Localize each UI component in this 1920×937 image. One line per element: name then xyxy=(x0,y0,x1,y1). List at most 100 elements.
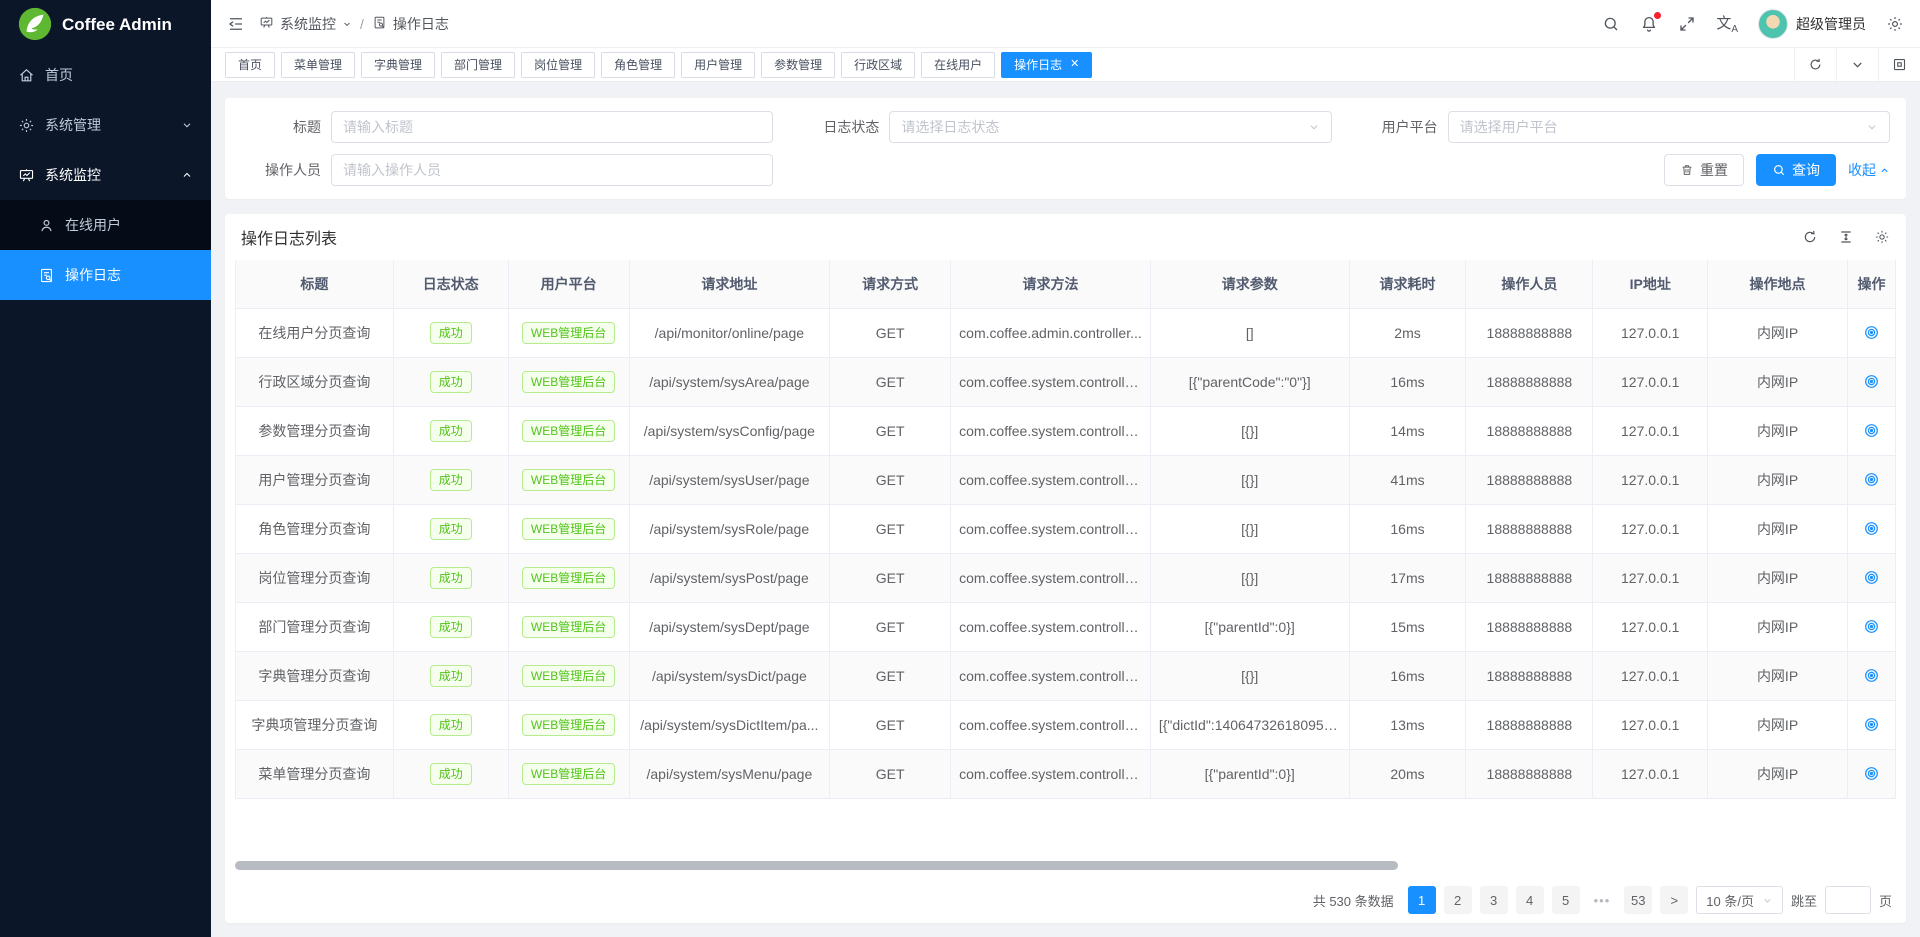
view-detail-button[interactable] xyxy=(1863,373,1880,390)
jump-page-input[interactable] xyxy=(1825,886,1871,914)
brand[interactable]: Coffee Admin xyxy=(0,0,211,50)
search-panel: 标题 请输入标题 日志状态 请选择日志状态 用户平台 xyxy=(225,98,1906,199)
column-header-7: 请求耗时 xyxy=(1349,260,1466,308)
view-detail-button[interactable] xyxy=(1863,520,1880,537)
view-detail-button[interactable] xyxy=(1863,716,1880,733)
field-title: 标题 请输入标题 xyxy=(241,111,773,143)
cell-status: 成功 xyxy=(393,357,508,406)
chevron-down-icon xyxy=(181,119,193,131)
chevron-down-icon[interactable] xyxy=(1836,48,1878,81)
brand-name: Coffee Admin xyxy=(62,15,172,35)
cell-ip: 127.0.0.1 xyxy=(1593,308,1708,357)
cell-handler: com.coffee.admin.controller... xyxy=(951,308,1151,357)
tab-3[interactable]: 部门管理 xyxy=(441,52,515,78)
cell-status: 成功 xyxy=(393,308,508,357)
gear-icon[interactable] xyxy=(1874,229,1890,245)
breadcrumb-item-log[interactable]: 操作日志 xyxy=(372,14,449,34)
sidebar-menu: 首页系统管理系统监控在线用户操作日志 xyxy=(0,50,211,300)
collapse-link[interactable]: 收起 xyxy=(1848,160,1890,180)
form-actions: 重置 查询 收起 xyxy=(799,154,1890,186)
close-icon[interactable]: ✕ xyxy=(1070,59,1079,70)
next-page-button[interactable]: > xyxy=(1660,886,1688,914)
refresh-icon[interactable] xyxy=(1802,229,1818,245)
avatar xyxy=(1758,9,1788,39)
menu-fold-icon[interactable] xyxy=(227,15,245,33)
status-badge: 成功 xyxy=(430,469,472,491)
cell-operator: 18888888888 xyxy=(1466,455,1593,504)
table-row: 菜单管理分页查询成功WEB管理后台/api/system/sysMenu/pag… xyxy=(236,749,1896,798)
sidebar-item-1[interactable]: 系统管理 xyxy=(0,100,211,150)
cell-platform: WEB管理后台 xyxy=(508,406,629,455)
tab-6[interactable]: 用户管理 xyxy=(681,52,755,78)
log-status-select[interactable]: 请选择日志状态 xyxy=(889,111,1331,143)
cell-action xyxy=(1847,308,1895,357)
cell-handler: com.coffee.system.controlle... xyxy=(951,553,1151,602)
sidebar-subitem-1[interactable]: 操作日志 xyxy=(0,250,211,300)
page-size-select[interactable]: 10 条/页 xyxy=(1696,886,1783,914)
chevron-down-icon xyxy=(1308,121,1320,133)
cell-operator: 18888888888 xyxy=(1466,553,1593,602)
search-button[interactable]: 查询 xyxy=(1756,154,1836,186)
sidebar-item-0[interactable]: 首页 xyxy=(0,50,211,100)
refresh-icon[interactable] xyxy=(1794,48,1836,81)
view-detail-button[interactable] xyxy=(1863,324,1880,341)
table-row: 参数管理分页查询成功WEB管理后台/api/system/sysConfig/p… xyxy=(236,406,1896,455)
sidebar-item-2[interactable]: 系统监控 xyxy=(0,150,211,200)
user-menu[interactable]: 超级管理员 xyxy=(1758,9,1866,39)
cell-handler: com.coffee.system.controlle... xyxy=(951,406,1151,455)
search-icon[interactable] xyxy=(1602,15,1620,33)
view-detail-button[interactable] xyxy=(1863,422,1880,439)
tab-4[interactable]: 岗位管理 xyxy=(521,52,595,78)
tab-8[interactable]: 行政区域 xyxy=(841,52,915,78)
tab-10[interactable]: 操作日志✕ xyxy=(1001,52,1092,78)
username: 超级管理员 xyxy=(1796,14,1866,34)
sidebar-subitem-0[interactable]: 在线用户 xyxy=(0,200,211,250)
fullscreen-icon[interactable] xyxy=(1678,15,1696,33)
scrollbar-thumb[interactable] xyxy=(235,861,1398,870)
gear-icon[interactable] xyxy=(1886,15,1904,33)
cell-ip: 127.0.0.1 xyxy=(1593,504,1708,553)
title-input[interactable]: 请输入标题 xyxy=(331,111,773,143)
density-icon[interactable] xyxy=(1838,229,1854,245)
cell-url: /api/system/sysPost/page xyxy=(629,553,830,602)
page-button-5[interactable]: 5 xyxy=(1552,886,1580,914)
tab-7[interactable]: 参数管理 xyxy=(761,52,835,78)
cell-operator: 18888888888 xyxy=(1466,504,1593,553)
tab-0[interactable]: 首页 xyxy=(225,52,275,78)
field-label: 日志状态 xyxy=(799,117,879,137)
breadcrumb-label: 操作日志 xyxy=(393,14,449,34)
cell-action xyxy=(1847,357,1895,406)
operator-input[interactable]: 请输入操作人员 xyxy=(331,154,773,186)
bell-icon[interactable] xyxy=(1640,15,1658,33)
notification-dot xyxy=(1654,12,1661,19)
maximize-icon[interactable] xyxy=(1878,48,1920,81)
page-button-53[interactable]: 53 xyxy=(1624,886,1652,914)
view-detail-button[interactable] xyxy=(1863,618,1880,635)
tab-1[interactable]: 菜单管理 xyxy=(281,52,355,78)
page-button-4[interactable]: 4 xyxy=(1516,886,1544,914)
cell-params: [{"parentId":0}] xyxy=(1150,602,1349,651)
page-button-3[interactable]: 3 xyxy=(1480,886,1508,914)
view-detail-button[interactable] xyxy=(1863,765,1880,782)
log-table: 标题日志状态用户平台请求地址请求方式请求方法请求参数请求耗时操作人员IP地址操作… xyxy=(235,260,1896,799)
log-table-panel: 操作日志列表 标题日志状态用户平台请求地址请求方式请求方法请求参数请求耗时操作人… xyxy=(225,214,1906,923)
page-button-1[interactable]: 1 xyxy=(1408,886,1436,914)
app-root: Coffee Admin 首页系统管理系统监控在线用户操作日志 系统监控 / xyxy=(0,0,1920,937)
user-platform-select[interactable]: 请选择用户平台 xyxy=(1448,111,1890,143)
table-spacer xyxy=(235,799,1896,860)
cell-duration: 20ms xyxy=(1349,749,1466,798)
page-button-2[interactable]: 2 xyxy=(1444,886,1472,914)
tab-2[interactable]: 字典管理 xyxy=(361,52,435,78)
view-detail-button[interactable] xyxy=(1863,569,1880,586)
cell-location: 内网IP xyxy=(1708,357,1848,406)
view-detail-button[interactable] xyxy=(1863,471,1880,488)
field-log-status: 日志状态 请选择日志状态 xyxy=(799,111,1331,143)
view-detail-button[interactable] xyxy=(1863,667,1880,684)
cell-status: 成功 xyxy=(393,553,508,602)
tab-5[interactable]: 角色管理 xyxy=(601,52,675,78)
column-header-5: 请求方法 xyxy=(951,260,1151,308)
tab-9[interactable]: 在线用户 xyxy=(921,52,995,78)
breadcrumb-item-monitor[interactable]: 系统监控 xyxy=(259,14,352,34)
reset-button[interactable]: 重置 xyxy=(1664,154,1744,186)
translate-icon[interactable]: 文A xyxy=(1716,12,1738,35)
